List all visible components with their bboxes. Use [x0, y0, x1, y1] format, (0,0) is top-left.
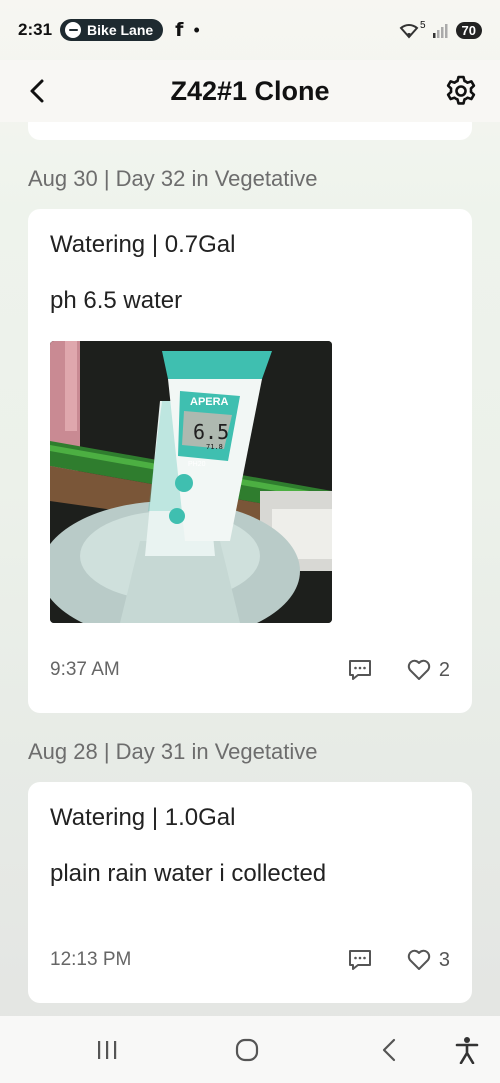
entry-note: ph 6.5 water — [50, 287, 183, 314]
entry-footer: 9:37 AM 2 — [50, 657, 450, 683]
home-icon — [235, 1038, 259, 1062]
back-nav-button[interactable] — [374, 1036, 404, 1064]
like-button[interactable]: 2 — [407, 659, 450, 682]
accessibility-icon — [455, 1037, 479, 1064]
previous-entry-card[interactable] — [28, 122, 472, 140]
comment-button[interactable] — [347, 947, 373, 973]
now-playing-pill[interactable]: Bike Lane — [60, 19, 164, 41]
entry-title: Watering | 1.0Gal — [50, 804, 236, 831]
page-title: Z42#1 Clone — [170, 75, 330, 106]
status-bar: 2:31 Bike Lane f • 5 70 — [0, 0, 500, 60]
recent-apps-icon — [98, 1041, 117, 1059]
chevron-left-icon — [30, 79, 44, 103]
comment-icon — [348, 950, 371, 970]
journal-entry-card[interactable]: Watering | 1.0Gal plain rain water i col… — [28, 782, 472, 1003]
journal-feed[interactable]: Aug 30 | Day 32 in Vegetative Watering |… — [0, 122, 500, 1016]
now-playing-label: Bike Lane — [87, 22, 154, 38]
home-button[interactable] — [232, 1036, 262, 1064]
facebook-icon: f — [175, 19, 184, 41]
accessibility-button[interactable] — [452, 1036, 482, 1064]
signal-icon — [432, 24, 448, 38]
spotify-icon — [65, 22, 82, 38]
meter-brand: APERA — [190, 396, 229, 408]
meter-reading: 6.5 — [193, 420, 229, 444]
settings-button[interactable] — [442, 72, 480, 110]
meter-temp: 71.8 — [206, 443, 223, 451]
entry-photo[interactable]: APERA 6.5 71.8 PH20 — [50, 341, 332, 623]
comment-button[interactable] — [347, 657, 373, 683]
entry-date-header: Aug 30 | Day 32 in Vegetative — [28, 166, 318, 191]
like-count: 2 — [438, 658, 450, 681]
network-badge: 5 — [419, 19, 426, 31]
back-icon — [382, 1038, 396, 1062]
ph-meter-photo: APERA 6.5 71.8 PH20 — [50, 341, 332, 623]
entry-note: plain rain water i collected — [50, 860, 327, 887]
meter-model: PH20 — [188, 461, 206, 468]
status-icons: 5 70 — [398, 19, 482, 39]
heart-icon — [407, 659, 431, 680]
status-time: 2:31 — [18, 20, 53, 39]
notification-dot: • — [193, 19, 200, 40]
journal-entry-card[interactable]: Watering | 0.7Gal ph 6.5 water APERA 6.5… — [28, 209, 472, 713]
battery-indicator: 70 — [455, 21, 482, 39]
gear-icon — [446, 75, 476, 105]
like-count: 3 — [438, 948, 450, 971]
entry-footer: 12:13 PM 3 — [50, 947, 450, 973]
recent-apps-button[interactable] — [92, 1036, 122, 1064]
entry-date-header: Aug 28 | Day 31 in Vegetative — [28, 739, 318, 764]
heart-icon — [407, 949, 431, 970]
wifi-icon — [399, 24, 419, 39]
comment-icon — [348, 660, 371, 680]
app-header: Z42#1 Clone — [0, 60, 500, 122]
entry-time: 9:37 AM — [50, 659, 120, 680]
like-button[interactable]: 3 — [407, 949, 450, 972]
entry-title: Watering | 0.7Gal — [50, 231, 236, 258]
back-button[interactable] — [22, 76, 52, 106]
entry-time: 12:13 PM — [50, 949, 132, 970]
system-nav-bar — [0, 1016, 500, 1083]
